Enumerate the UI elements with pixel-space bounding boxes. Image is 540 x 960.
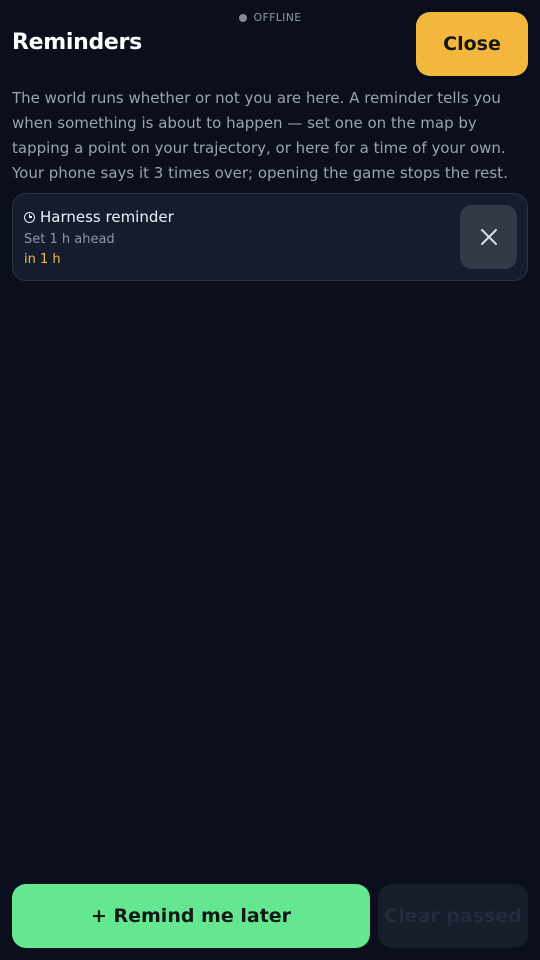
clear-passed-button[interactable]: Clear passed (378, 884, 528, 948)
reminder-title: Harness reminder (24, 208, 174, 226)
reminder-name: Harness reminder (40, 208, 174, 226)
status-label: OFFLINE (253, 11, 302, 24)
delete-reminder-button[interactable] (460, 205, 517, 269)
reminders-screen: OFFLINE Reminders Close The world runs w… (0, 0, 540, 960)
status-dot-icon (238, 13, 247, 22)
close-icon (480, 229, 497, 245)
remind-me-later-button[interactable]: + Remind me later (12, 884, 370, 948)
intro-text: The world runs whether or not you are he… (12, 89, 508, 182)
clock-icon (24, 211, 35, 223)
page-title: Reminders (12, 30, 142, 55)
close-button[interactable]: Close (416, 12, 528, 76)
reminder-detail: Set 1 h ahead (24, 232, 115, 247)
reminder-card: Harness reminder Set 1 h ahead in 1 h (12, 193, 528, 281)
reminder-when: in 1 h (24, 252, 61, 267)
